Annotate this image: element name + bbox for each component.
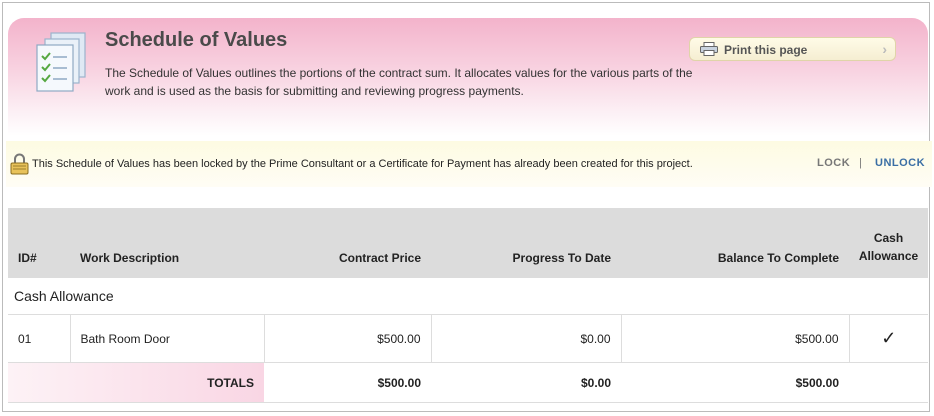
totals-row: TOTALS $500.00 $0.00 $500.00 [8, 362, 928, 403]
lock-message: This Schedule of Values has been locked … [32, 158, 693, 170]
col-header-progress: Progress To Date [431, 208, 621, 278]
col-header-description: Work Description [70, 208, 264, 278]
document-checklist-icon [36, 32, 86, 92]
page-frame: Schedule of Values The Schedule of Value… [2, 2, 932, 412]
row-description: Bath Room Door [69, 314, 264, 363]
col-header-cash-allowance-line1: Cash [873, 231, 904, 245]
row-contract-price: $500.00 [263, 314, 431, 363]
lock-notice-bar: This Schedule of Values has been locked … [6, 141, 932, 187]
col-header-cash-allowance: Cash Allowance [849, 208, 928, 278]
group-row: Cash Allowance [8, 278, 928, 315]
unlock-link[interactable]: UNLOCK [875, 157, 925, 169]
group-label: Cash Allowance [14, 288, 114, 304]
print-button-label: Print this page [724, 43, 808, 57]
row-balance: $500.00 [620, 314, 849, 363]
page-description: The Schedule of Values outlines the port… [105, 66, 693, 98]
printer-icon [700, 42, 718, 56]
totals-progress: $0.00 [431, 362, 621, 403]
col-header-id: ID# [8, 208, 70, 278]
col-header-balance: Balance To Complete [621, 208, 849, 278]
checkmark-icon: ✓ [848, 314, 928, 363]
totals-contract-price: $500.00 [264, 362, 431, 403]
link-separator: | [859, 157, 863, 169]
table-header-row: ID# Work Description Contract Price Prog… [8, 208, 928, 278]
row-progress: $0.00 [430, 314, 621, 363]
print-page-button[interactable]: Print this page › [689, 37, 896, 61]
schedule-of-values-table: ID# Work Description Contract Price Prog… [8, 208, 928, 403]
col-header-cash-allowance-line2: Allowance [858, 249, 919, 263]
totals-balance: $500.00 [621, 362, 849, 403]
lock-link[interactable]: LOCK [817, 157, 850, 169]
lock-icon [10, 153, 29, 175]
col-header-contract-price: Contract Price [264, 208, 431, 278]
totals-empty-cell [849, 362, 928, 403]
table-row: 01 Bath Room Door $500.00 $0.00 $500.00 … [8, 314, 928, 363]
page-title: Schedule of Values [105, 29, 288, 51]
row-id: 01 [8, 314, 70, 363]
totals-label: TOTALS [8, 362, 264, 403]
chevron-right-icon: › [882, 41, 887, 57]
